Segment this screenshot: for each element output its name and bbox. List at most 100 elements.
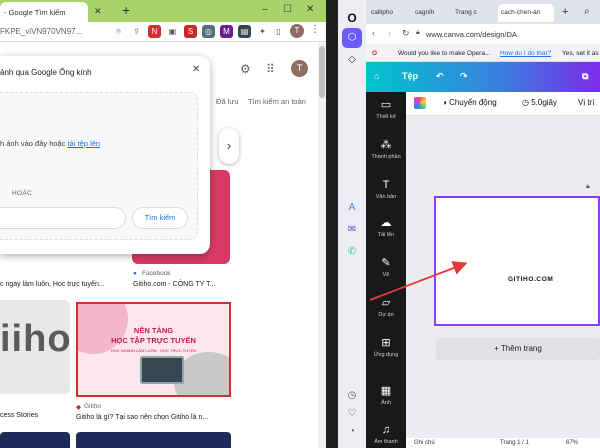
sidebar-item-label: Vẽ — [382, 272, 390, 278]
result-caption[interactable]: cess Stories — [0, 412, 38, 419]
opera-tab[interactable]: Trang c — [452, 4, 496, 22]
color-picker-icon[interactable] — [414, 97, 426, 109]
close-icon[interactable]: ✕ — [192, 64, 200, 75]
forward-icon[interactable]: › — [388, 28, 391, 38]
apps-grid-icon[interactable]: ⠿ — [266, 62, 275, 76]
extension-icon[interactable]: ▤ — [238, 25, 251, 38]
tab-safesearch[interactable]: Tìm kiếm an toàn — [248, 97, 306, 106]
page-indicator[interactable]: Trang 1 / 1 — [500, 440, 529, 446]
prompt-help-link[interactable]: How do I do that? — [500, 50, 551, 57]
result-caption[interactable]: Gitiho là gì? Tại sao nên chọn Gitiho là… — [76, 414, 208, 421]
new-tab-icon[interactable]: + — [562, 6, 568, 18]
result-source: Gitiho — [84, 403, 101, 410]
result-caption[interactable]: c ngay làm luôn, Học trực tuyến... — [0, 281, 105, 288]
close-tab-icon[interactable]: ✕ — [94, 6, 102, 17]
reload-icon[interactable]: ↻ — [402, 28, 410, 39]
duration-button[interactable]: ◷ 5.0giây — [522, 98, 557, 107]
minimize-icon[interactable]: – — [262, 4, 268, 15]
sidebar-item-label: Ảnh — [381, 400, 391, 406]
messenger-icon[interactable]: ✉ — [342, 220, 362, 240]
animate-button[interactable]: ◑ Chuyển động — [442, 98, 497, 107]
sidebar-item-label: Dự án — [378, 312, 394, 318]
google-account-avatar[interactable]: T — [291, 60, 308, 77]
screen: - Google Tìm kiếm ✕ + – ☐ ✕ FKPE_viVN970… — [0, 0, 600, 448]
opera-tab[interactable]: cagnih — [412, 4, 452, 22]
add-page-button[interactable]: + Thêm trang — [436, 338, 600, 360]
sidebar-item-photos[interactable]: ▦ Ảnh — [366, 385, 406, 406]
zoom-level[interactable]: 67% — [566, 440, 578, 446]
sidebar-item-design[interactable]: ▭ Thiết kế — [366, 99, 406, 120]
apps-icon: ⊞ — [381, 337, 391, 349]
scrollbar[interactable] — [318, 42, 326, 448]
home-icon[interactable]: ⌂ — [374, 71, 379, 81]
extension-icon[interactable]: S — [184, 25, 197, 38]
prompt-yes-button[interactable]: Yes, set it as — [562, 50, 599, 57]
close-window-icon[interactable]: ✕ — [306, 4, 314, 15]
search-button[interactable]: Tìm kiếm — [132, 207, 188, 229]
file-menu[interactable]: Tệp — [402, 71, 418, 81]
sidebar-item-audio[interactable]: ♫ Âm thanh — [366, 424, 406, 445]
lock-icon[interactable]: 🔒︎ — [586, 183, 590, 191]
extension-icon[interactable]: ◎ — [202, 25, 215, 38]
upload-file-link[interactable]: tải tệp lên — [68, 139, 101, 148]
opera-url-field[interactable]: www.canva.com/design/DA — [426, 30, 517, 39]
image-link-input[interactable] — [0, 207, 126, 229]
sidebar-item-uploads[interactable]: ☁ Tải lên — [366, 217, 406, 238]
tab-saved[interactable]: Đã lưu — [216, 97, 239, 106]
extension-icon[interactable]: N — [148, 25, 161, 38]
page-brand-text[interactable]: GITIHO.COM — [508, 276, 553, 283]
chrome-window: - Google Tìm kiếm ✕ + – ☐ ✕ FKPE_viVN970… — [0, 0, 326, 448]
google-lens-icon[interactable]: ⌾ — [112, 25, 125, 38]
menu-dots-icon[interactable]: ⋮ — [310, 24, 320, 35]
scrollbar-thumb[interactable] — [319, 46, 325, 98]
workspace-icon[interactable]: ⬡ — [342, 28, 362, 48]
sidebar-item-projects[interactable]: ▱ Dự án — [366, 297, 406, 318]
new-tab-icon[interactable]: + — [122, 3, 130, 17]
aria-icon[interactable]: A — [342, 198, 362, 218]
share-icon[interactable]: ⇪ — [130, 25, 143, 38]
position-button[interactable]: Vị trí — [578, 98, 594, 107]
lock-icon[interactable]: 🔒︎ — [416, 29, 420, 37]
settings-gear-icon[interactable]: ⚙ — [240, 62, 251, 76]
timer-icon: ◷ — [522, 98, 532, 107]
canva-design-page[interactable] — [434, 196, 600, 326]
whatsapp-icon[interactable]: ✆ — [342, 242, 362, 262]
prompt-text: Would you like to make Opera... — [398, 50, 491, 57]
clock-icon[interactable]: ◔ — [342, 422, 362, 442]
pinboard-icon[interactable]: ◇ — [342, 50, 362, 70]
sidebar-item-label: Âm thanh — [374, 439, 398, 445]
or-divider-label: HOẶC — [12, 190, 32, 197]
sidebar-item-apps[interactable]: ⊞ Ứng dụng — [366, 337, 406, 358]
share-icon[interactable]: ⧉ — [582, 71, 588, 82]
extension-icon[interactable]: ▣ — [166, 25, 179, 38]
next-chevron-button[interactable]: › — [219, 128, 239, 164]
chrome-tab-google-search[interactable]: - Google Tìm kiếm — [0, 2, 88, 22]
text-icon: T — [382, 179, 390, 191]
sidebar-item-elements[interactable]: ⁂ Thành phần — [366, 139, 406, 160]
drop-instruction-text: h ảnh vào đây hoặc — [0, 139, 68, 148]
extension-icon[interactable]: M — [220, 25, 233, 38]
opera-tab-active[interactable]: cach-chen-an — [498, 4, 554, 22]
image-result-gitiho-highlighted[interactable]: NỀN TẢNG HỌC TẬP TRỰC TUYẾN HỌC NHANH LÀ… — [76, 302, 231, 397]
image-result-thumbnail[interactable] — [0, 432, 70, 448]
notes-button[interactable]: Ghi chú — [414, 440, 435, 446]
sidebar-item-label: Thiết kế — [376, 114, 396, 120]
image-result-thumbnail[interactable] — [76, 432, 231, 448]
result-source: Facebook — [142, 270, 171, 277]
search-tabs-icon[interactable]: ⌕ — [584, 6, 590, 17]
puzzle-icon[interactable]: ✦ — [256, 25, 269, 38]
result-caption[interactable]: Gitiho.com - CÔNG TY T... — [133, 281, 215, 288]
chrome-url-field[interactable]: FKPE_viVN970VN97... — [0, 27, 82, 36]
sidebar-item-draw[interactable]: ✎ Vẽ — [366, 257, 406, 278]
opera-tab[interactable]: callipho — [368, 4, 412, 22]
redo-icon[interactable]: ↷ — [460, 71, 468, 82]
profile-avatar[interactable]: T — [290, 24, 304, 38]
favorites-icon[interactable]: ♡ — [342, 404, 362, 424]
maximize-icon[interactable]: ☐ — [283, 4, 292, 15]
history-icon[interactable]: ◷ — [342, 386, 362, 406]
opera-logo-icon[interactable]: O — [342, 8, 362, 28]
sidebar-item-text[interactable]: T Văn bản — [366, 179, 406, 200]
undo-icon[interactable]: ↶ — [436, 71, 444, 82]
sidebar-icon[interactable]: ▯ — [272, 25, 285, 38]
back-icon[interactable]: ‹ — [372, 28, 375, 38]
